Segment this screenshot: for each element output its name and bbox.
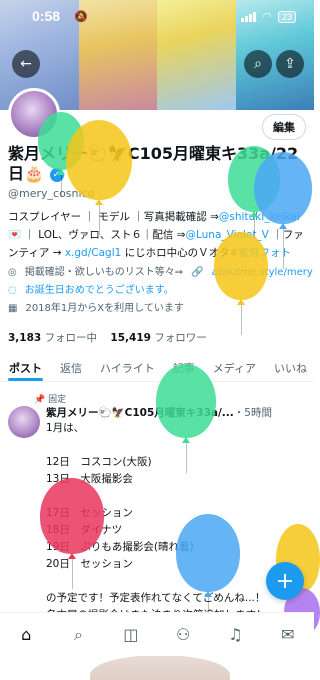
follow-counts: 3,183 フォロー中 15,419 フォロワー — [8, 330, 207, 345]
search-icon[interactable]: ⌕ — [63, 625, 93, 645]
signal-icon — [241, 11, 257, 22]
balloon — [66, 120, 132, 235]
communities-icon[interactable]: ⚇ — [168, 625, 198, 644]
category-icon: ◎ — [8, 267, 17, 278]
bell-muted-icon: 🔕 — [74, 11, 88, 23]
status-bar: 0:58 🔕 ◠ 23 — [0, 8, 314, 26]
wifi-icon: ◠ — [262, 11, 272, 23]
messages-icon[interactable]: ✉ — [273, 625, 303, 644]
peek-image — [90, 655, 230, 680]
bio-url-link[interactable]: x.gd/Cagl1 — [65, 247, 121, 259]
plus-icon: + — [275, 568, 295, 594]
birthday-icon: ◌ — [8, 285, 17, 296]
meta-birthday: お誕生日おめでとうございます。 — [24, 285, 174, 296]
tweet-avatar[interactable] — [8, 406, 40, 438]
meta-category: 掲載確認・欲しいものリスト等々⇒ — [24, 267, 184, 278]
meta-joined: 2018年1月からXを利用しています — [25, 303, 184, 314]
balloon — [214, 232, 268, 335]
following-link[interactable]: 3,183 フォロー中 — [8, 332, 97, 344]
pinned-indicator: 📌 固定 — [34, 392, 66, 405]
search-icon: ⌕ — [254, 56, 262, 72]
search-button[interactable]: ⌕ — [244, 50, 272, 78]
balloon — [40, 478, 104, 589]
arrow-left-icon: ← — [20, 56, 32, 72]
home-icon[interactable]: ⌂ — [11, 625, 41, 644]
status-time: 0:58 — [32, 8, 61, 24]
back-button[interactable]: ← — [12, 50, 40, 78]
battery-indicator: 23 — [277, 10, 296, 23]
bottom-nav: ⌂ ⌕ ◫ ⚇ ♫ ✉ — [0, 612, 314, 656]
followers-label: フォロワー — [154, 332, 207, 344]
following-label: フォロー中 — [44, 332, 98, 344]
followers-count: 15,419 — [110, 332, 151, 344]
pinned-label: 固定 — [48, 395, 67, 405]
tweet-time: ・5時間 — [233, 407, 272, 419]
following-count: 3,183 — [8, 332, 42, 344]
tab-replies[interactable]: 返信 — [51, 352, 91, 381]
link-icon: 🔗 — [191, 267, 204, 278]
notifications-icon[interactable]: ♫ — [220, 625, 250, 644]
calendar-icon: ▦ — [8, 303, 18, 314]
tab-posts[interactable]: ポスト — [0, 352, 51, 381]
followers-link[interactable]: 15,419 フォロワー — [110, 332, 206, 344]
edit-profile-button[interactable]: 編集 — [262, 114, 306, 140]
share-icon: ⇪ — [284, 56, 296, 72]
balloon — [176, 514, 240, 617]
share-button[interactable]: ⇪ — [276, 50, 304, 78]
pin-icon: 📌 — [34, 395, 46, 405]
grok-icon[interactable]: ◫ — [116, 625, 146, 644]
tab-highlights[interactable]: ハイライト — [91, 352, 164, 381]
tab-likes[interactable]: いいね — [265, 352, 316, 381]
balloon — [156, 364, 216, 473]
compose-fab-button[interactable]: + — [266, 562, 304, 600]
